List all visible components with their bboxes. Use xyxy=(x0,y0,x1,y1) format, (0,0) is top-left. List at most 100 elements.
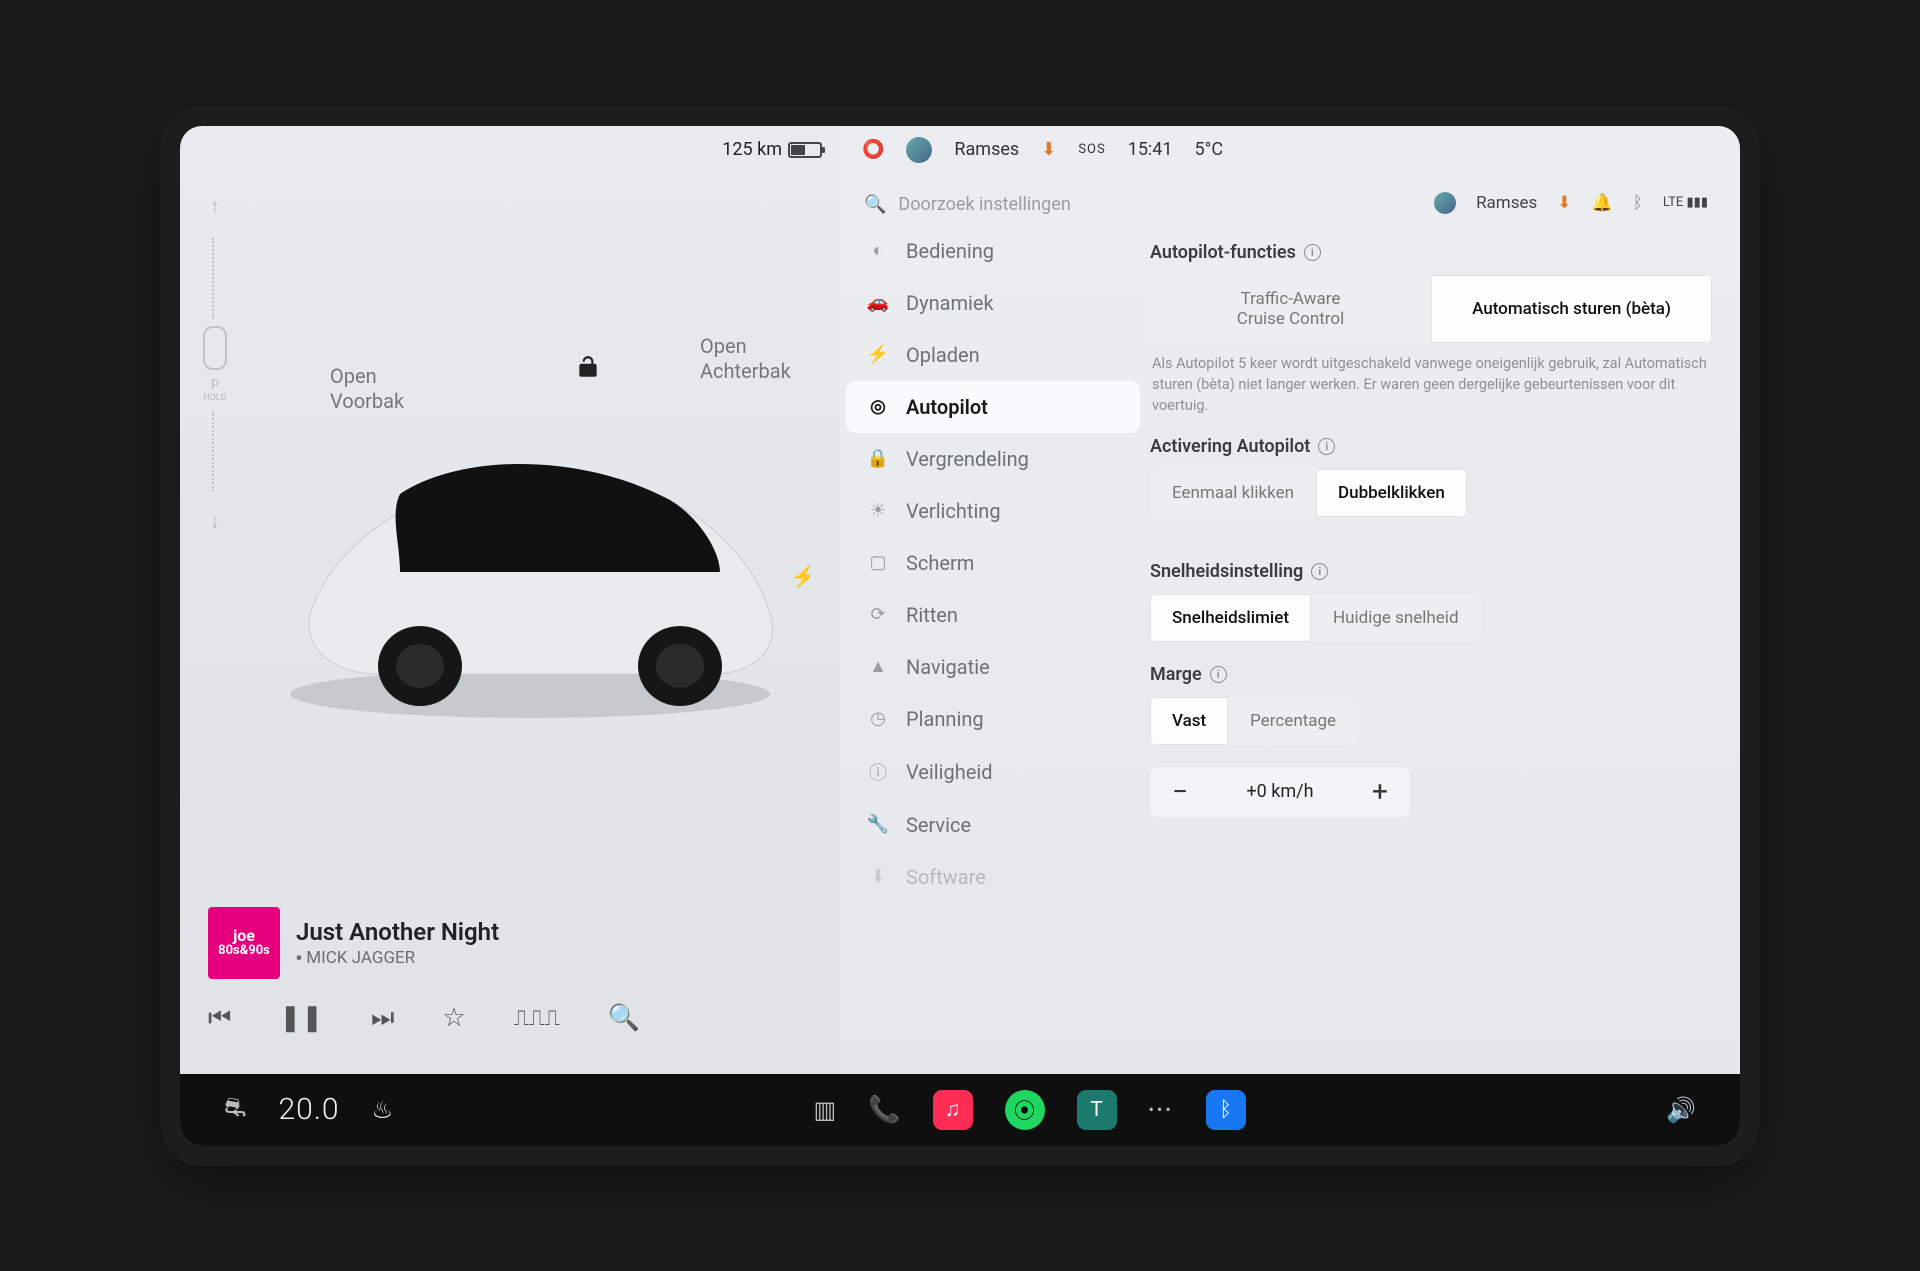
play-pause-button[interactable]: ❚❚ xyxy=(279,1003,323,1033)
sidebar-label: Planning xyxy=(906,707,984,731)
bluetooth-icon[interactable]: ᛒ xyxy=(1633,193,1643,213)
sidebar-item-planning[interactable]: ◷Planning xyxy=(846,693,1140,745)
speed-setting-segment: Snelheidslimiet Huidige snelheid xyxy=(1150,594,1481,642)
activation-title: Activering Autopilot i xyxy=(1150,436,1712,457)
sidebar-item-verlichting[interactable]: ☀Verlichting xyxy=(846,485,1140,537)
mini-profile-name[interactable]: Ramses xyxy=(1476,193,1537,213)
speed-limit-option[interactable]: Snelheidslimiet xyxy=(1150,594,1311,642)
sidebar-item-ritten[interactable]: ⟳Ritten xyxy=(846,589,1140,641)
sidebar-item-veiligheid[interactable]: ⓘVeiligheid xyxy=(846,745,1140,799)
sidebar-item-bediening[interactable]: ◐ Bediening xyxy=(846,225,1140,277)
fixed-option[interactable]: Vast xyxy=(1150,697,1228,745)
sentry-icon[interactable]: ⭕ xyxy=(862,139,884,160)
info-icon[interactable]: i xyxy=(1311,563,1328,580)
main-content: 125 km ↑ P HOLD ↓ Open xyxy=(180,126,1740,1074)
phone-app[interactable]: 📞 xyxy=(868,1095,900,1125)
light-icon: ☀ xyxy=(866,500,890,521)
track-title: Just Another Night xyxy=(296,918,499,946)
lock-icon: 🔒 xyxy=(866,448,890,469)
current-speed-option[interactable]: Huidige snelheid xyxy=(1311,594,1481,642)
rail-dots-2 xyxy=(212,411,218,491)
info-icon[interactable]: i xyxy=(1318,438,1335,455)
card-scroll-rail[interactable]: ↑ P HOLD ↓ xyxy=(198,184,232,545)
percentage-option[interactable]: Percentage xyxy=(1228,697,1358,745)
defrost-button[interactable]: ▥ xyxy=(813,1096,836,1124)
prev-track-button[interactable]: ⏮ xyxy=(208,1003,231,1034)
title-text: Activering Autopilot xyxy=(1150,436,1310,457)
media-now-playing[interactable]: joe 80s&90s Just Another Night ▪ MICK JA… xyxy=(200,901,820,985)
signal-icon[interactable]: LTE ▮▮▮ xyxy=(1663,195,1708,210)
sidebar-label: Bediening xyxy=(906,239,994,263)
trunk-line1: Open xyxy=(700,334,791,359)
sidebar-item-vergrendeling[interactable]: 🔒 Vergrendeling xyxy=(846,433,1140,485)
outside-temp[interactable]: 5°C xyxy=(1195,139,1224,160)
lock-icon[interactable] xyxy=(575,354,601,387)
steering-icon: ◎ xyxy=(866,396,890,417)
spotify-app[interactable]: ⦿ xyxy=(1005,1090,1045,1130)
profile-avatar[interactable] xyxy=(906,137,932,163)
double-click-option[interactable]: Dubbelklikken xyxy=(1316,469,1467,517)
offset-minus-button[interactable]: − xyxy=(1150,767,1210,817)
svg-text:⚡: ⚡ xyxy=(790,564,810,590)
app-dock: ⛐ 20.0 ♨ ▥ 📞 ♫ ⦿ T ••• ᛒ 🔊 xyxy=(180,1074,1740,1146)
sidebar-item-navigatie[interactable]: ▲Navigatie xyxy=(846,641,1140,693)
autopilot-settings: Ramses ⬇ 🔔 ᛒ LTE ▮▮▮ Autopilot-functies … xyxy=(1140,174,1740,1074)
media-controls: ⏮ ❚❚ ⏭ ☆ ⎍⎍⎍ 🔍 xyxy=(200,1003,820,1034)
sidebar-item-dynamiek[interactable]: 🚗Dynamiek xyxy=(846,277,1140,329)
sos-button[interactable]: SOS xyxy=(1078,142,1105,157)
info-icon[interactable]: i xyxy=(1210,666,1227,683)
search-icon: 🔍 xyxy=(864,194,886,215)
global-status-bar: ⭕ Ramses ⬇ SOS 15:41 5°C xyxy=(840,126,1740,174)
tacc-option[interactable]: Traffic-Aware Cruise Control xyxy=(1150,275,1431,343)
rail-car-icon xyxy=(203,326,227,370)
sidebar-label: Navigatie xyxy=(906,655,990,679)
tidal-app[interactable]: T xyxy=(1077,1090,1117,1130)
scroll-down-icon[interactable]: ↓ xyxy=(204,499,226,545)
info-icon: ⓘ xyxy=(866,759,890,785)
settings-pane: ⭕ Ramses ⬇ SOS 15:41 5°C 🔍 Doorzoek inst… xyxy=(840,126,1740,1074)
car-status-pane: 125 km ↑ P HOLD ↓ Open xyxy=(180,126,840,1074)
sidebar-item-software[interactable]: ⬇Software xyxy=(846,851,1140,903)
speed-setting-title: Snelheidsinstelling i xyxy=(1150,561,1712,582)
settings-sidebar: 🔍 Doorzoek instellingen ◐ Bediening 🚗Dyna… xyxy=(840,174,1140,1074)
mini-avatar[interactable] xyxy=(1434,192,1456,214)
media-search-button[interactable]: 🔍 xyxy=(608,1003,640,1033)
station-top: joe xyxy=(233,928,255,944)
offset-value: +0 km/h xyxy=(1210,781,1350,802)
right-body: 🔍 Doorzoek instellingen ◐ Bediening 🚗Dyna… xyxy=(840,174,1740,1074)
margin-segment: Vast Percentage xyxy=(1150,697,1358,745)
autopilot-helper-text: Als Autopilot 5 keer wordt uitgeschakeld… xyxy=(1152,353,1710,416)
bell-icon[interactable]: 🔔 xyxy=(1592,193,1613,213)
sidebar-label: Vergrendeling xyxy=(906,447,1029,471)
display-icon: ▢ xyxy=(866,552,890,573)
next-track-button[interactable]: ⏭ xyxy=(371,1003,394,1034)
info-icon[interactable]: i xyxy=(1304,244,1321,261)
music-app[interactable]: ♫ xyxy=(933,1090,973,1130)
download-icon[interactable]: ⬇ xyxy=(1041,139,1056,160)
climate-temp[interactable]: 20.0 xyxy=(278,1092,339,1127)
toggle-icon: ◐ xyxy=(866,240,890,261)
car-visualization[interactable]: ↑ P HOLD ↓ Open Voorbak Open Achte xyxy=(180,174,840,1074)
sidebar-item-service[interactable]: 🔧Service xyxy=(846,799,1140,851)
volume-button[interactable]: 🔊 xyxy=(1666,1096,1696,1124)
offset-plus-button[interactable]: + xyxy=(1350,767,1410,817)
settings-search[interactable]: 🔍 Doorzoek instellingen xyxy=(846,184,1140,225)
equalizer-button[interactable]: ⎍⎍⎍ xyxy=(514,1006,560,1031)
clock: 15:41 xyxy=(1128,139,1173,160)
trips-icon: ⟳ xyxy=(866,604,890,625)
more-apps-button[interactable]: ••• xyxy=(1149,1100,1174,1119)
scroll-up-icon[interactable]: ↑ xyxy=(204,184,226,230)
favorite-button[interactable]: ☆ xyxy=(442,1003,465,1033)
sidebar-item-scherm[interactable]: ▢Scherm xyxy=(846,537,1140,589)
autosteer-option[interactable]: Automatisch sturen (bèta) xyxy=(1431,275,1712,343)
mini-download-icon[interactable]: ⬇ xyxy=(1557,193,1571,213)
trunk-button[interactable]: Open Achterbak xyxy=(700,334,791,384)
range-readout[interactable]: 125 km xyxy=(722,139,822,160)
sidebar-item-opladen[interactable]: ⚡Opladen xyxy=(846,329,1140,381)
sidebar-item-autopilot[interactable]: ◎Autopilot xyxy=(846,381,1140,433)
seat-heater-button[interactable]: ♨ xyxy=(372,1096,394,1124)
single-click-option[interactable]: Eenmaal klikken xyxy=(1150,469,1316,517)
car-controls-button[interactable]: ⛐ xyxy=(224,1093,246,1127)
bluetooth-app[interactable]: ᛒ xyxy=(1206,1090,1246,1130)
profile-name[interactable]: Ramses xyxy=(954,139,1019,160)
